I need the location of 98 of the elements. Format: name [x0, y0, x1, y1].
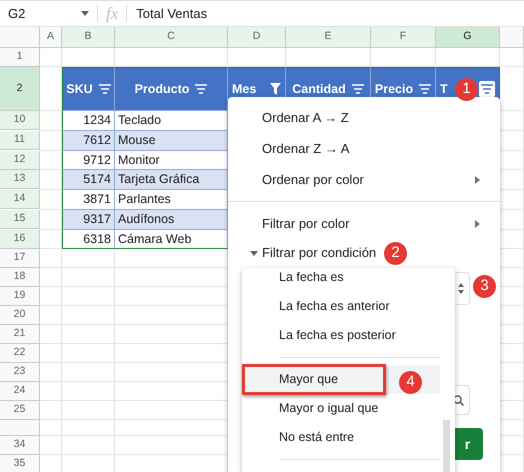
scrollbar[interactable]	[443, 420, 450, 472]
row-header[interactable]: 35	[0, 455, 40, 472]
column-header[interactable]: A	[40, 27, 62, 48]
caret-icon[interactable]	[250, 250, 258, 256]
grid-cell[interactable]	[40, 249, 62, 268]
row-header[interactable]: 22	[0, 344, 40, 364]
column-title: Precio	[374, 80, 414, 98]
grid-cell[interactable]	[40, 150, 62, 170]
column-title: SKU	[66, 80, 93, 98]
column-title: T	[440, 80, 448, 98]
row-header[interactable]: 20	[0, 306, 40, 326]
formula-value[interactable]: Total Ventas	[136, 4, 208, 24]
menu-item[interactable]: Filtrar por condición	[262, 243, 376, 263]
column-header[interactable]: B	[62, 27, 115, 48]
filter-button[interactable]	[479, 81, 495, 97]
filter-button[interactable]	[98, 84, 111, 94]
row-header[interactable]: 15	[0, 210, 40, 229]
table-cell[interactable]: 9317	[62, 210, 115, 230]
column-title: Producto	[134, 80, 190, 98]
row-header[interactable]: 34	[0, 436, 40, 456]
table-cell[interactable]: Audífonos	[115, 210, 228, 230]
table-cell[interactable]: Tarjeta Gráfica	[115, 170, 228, 190]
grid-cell[interactable]	[62, 268, 115, 288]
row-header[interactable]: 1	[0, 48, 40, 67]
search-icon	[452, 394, 464, 406]
grid-cell[interactable]	[40, 344, 62, 364]
table-cell[interactable]: 5174	[62, 170, 115, 190]
grid-cell[interactable]	[500, 48, 524, 67]
column-header[interactable]: F	[371, 27, 436, 48]
row-header[interactable]: 14	[0, 190, 40, 209]
column-header[interactable]: G	[436, 27, 500, 48]
dropdown-option[interactable]: Mayor o igual que	[242, 394, 455, 423]
row-header[interactable]: 24	[0, 382, 40, 402]
grid-cell[interactable]	[40, 436, 62, 456]
column-header[interactable]	[500, 27, 524, 48]
apply-button[interactable]: r	[452, 428, 483, 460]
submenu-arrow-icon	[475, 220, 480, 228]
column-title: Mes	[232, 80, 256, 98]
grid-cell[interactable]	[62, 287, 115, 306]
menu-item[interactable]: Ordenar Z → A	[262, 138, 350, 158]
row-header[interactable]: 11	[0, 130, 40, 150]
grid-cell[interactable]	[40, 363, 62, 382]
grid-cell[interactable]	[40, 382, 62, 402]
dropdown-option[interactable]: La fecha es	[242, 263, 455, 292]
grid-cell[interactable]	[62, 363, 115, 382]
row-header[interactable]: 13	[0, 170, 40, 190]
grid-cell[interactable]	[40, 420, 62, 436]
filter-button[interactable]	[419, 84, 432, 94]
sort-arrows-icon	[458, 283, 464, 294]
row-header[interactable]: 21	[0, 325, 40, 344]
grid-cell[interactable]	[40, 325, 62, 344]
table-cell[interactable]: 7612	[62, 130, 115, 150]
submenu-arrow-icon	[475, 176, 480, 184]
row-header[interactable]: 10	[0, 111, 40, 130]
table-cell[interactable]: 6318	[62, 230, 115, 250]
filter-button[interactable]	[270, 83, 281, 95]
dropdown-option[interactable]: No está entre	[242, 423, 455, 452]
grid-cell[interactable]	[40, 401, 62, 420]
grid-cell[interactable]	[62, 249, 115, 268]
filter-button[interactable]	[352, 84, 364, 94]
grid-cell[interactable]	[62, 436, 115, 456]
grid-cell[interactable]	[40, 111, 62, 131]
row-header[interactable]: 16	[0, 230, 40, 248]
grid-cell[interactable]	[62, 344, 115, 364]
column-header[interactable]: E	[286, 27, 371, 48]
table-cell[interactable]: Mouse	[115, 130, 228, 150]
cell-reference[interactable]: G2	[8, 4, 81, 24]
select-all-corner[interactable]	[0, 27, 40, 48]
grid-cell[interactable]	[40, 230, 62, 250]
grid-cell[interactable]	[40, 190, 62, 210]
row-header[interactable]: 19	[0, 287, 40, 306]
menu-item[interactable]: Ordenar A → Z	[262, 108, 349, 128]
grid-cell[interactable]	[62, 401, 115, 420]
row-header[interactable]	[0, 420, 40, 436]
grid-cell[interactable]	[62, 325, 115, 344]
row-header[interactable]: 25	[0, 401, 40, 420]
grid-cell[interactable]	[62, 306, 115, 326]
row-header[interactable]: 17	[0, 249, 40, 268]
dropdown-caret-icon[interactable]	[81, 11, 89, 16]
menu-item[interactable]: Ordenar por color	[262, 170, 364, 190]
grid-cell[interactable]	[40, 287, 62, 306]
column-header[interactable]: C	[115, 27, 228, 48]
row-header[interactable]: 18	[0, 268, 40, 288]
menu-item[interactable]: Filtrar por color	[262, 214, 350, 234]
row-header[interactable]: 12	[0, 150, 40, 170]
grid-cell[interactable]	[62, 382, 115, 402]
dropdown-option[interactable]: La fecha es anterior	[242, 292, 455, 321]
dropdown-option[interactable]: La fecha es posterior	[242, 321, 455, 350]
fx-label: fx	[106, 2, 118, 25]
row-header[interactable]: 2	[0, 67, 40, 111]
grid-cell[interactable]	[40, 268, 62, 288]
row-header[interactable]: 23	[0, 363, 40, 382]
column-header[interactable]: D	[228, 27, 286, 48]
filter-button[interactable]	[195, 84, 208, 94]
grid-cell[interactable]	[40, 48, 62, 67]
grid-cell[interactable]	[40, 306, 62, 326]
column-title: Cantidad	[292, 80, 346, 98]
grid-cell[interactable]	[62, 420, 115, 436]
